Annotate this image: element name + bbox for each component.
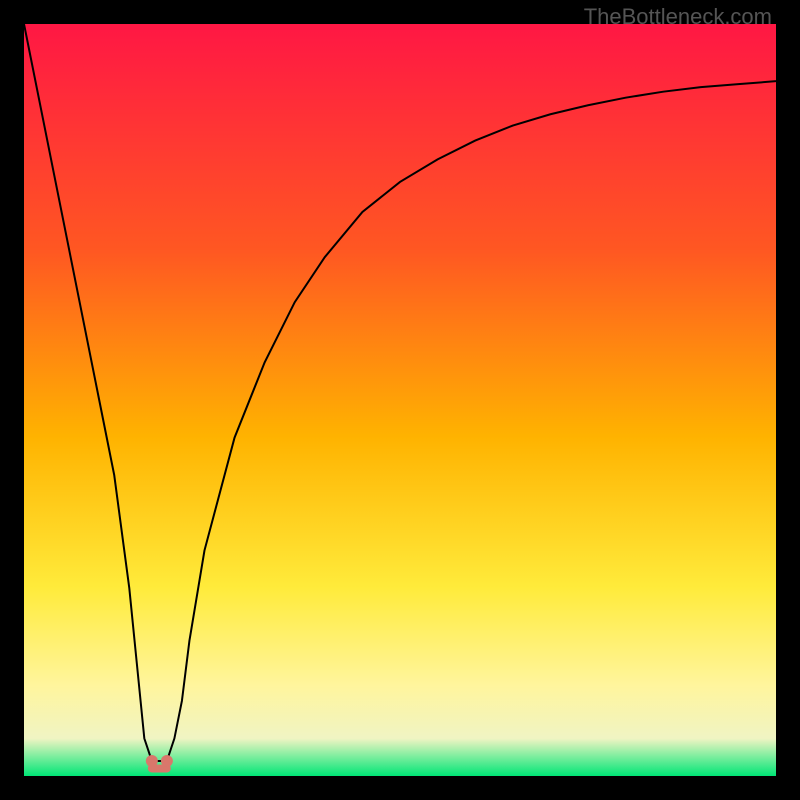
watermark-text: TheBottleneck.com: [584, 4, 772, 30]
marker-point: [161, 755, 173, 767]
marker-point: [146, 755, 158, 767]
chart-svg: [24, 24, 776, 776]
chart-area: [24, 24, 776, 776]
